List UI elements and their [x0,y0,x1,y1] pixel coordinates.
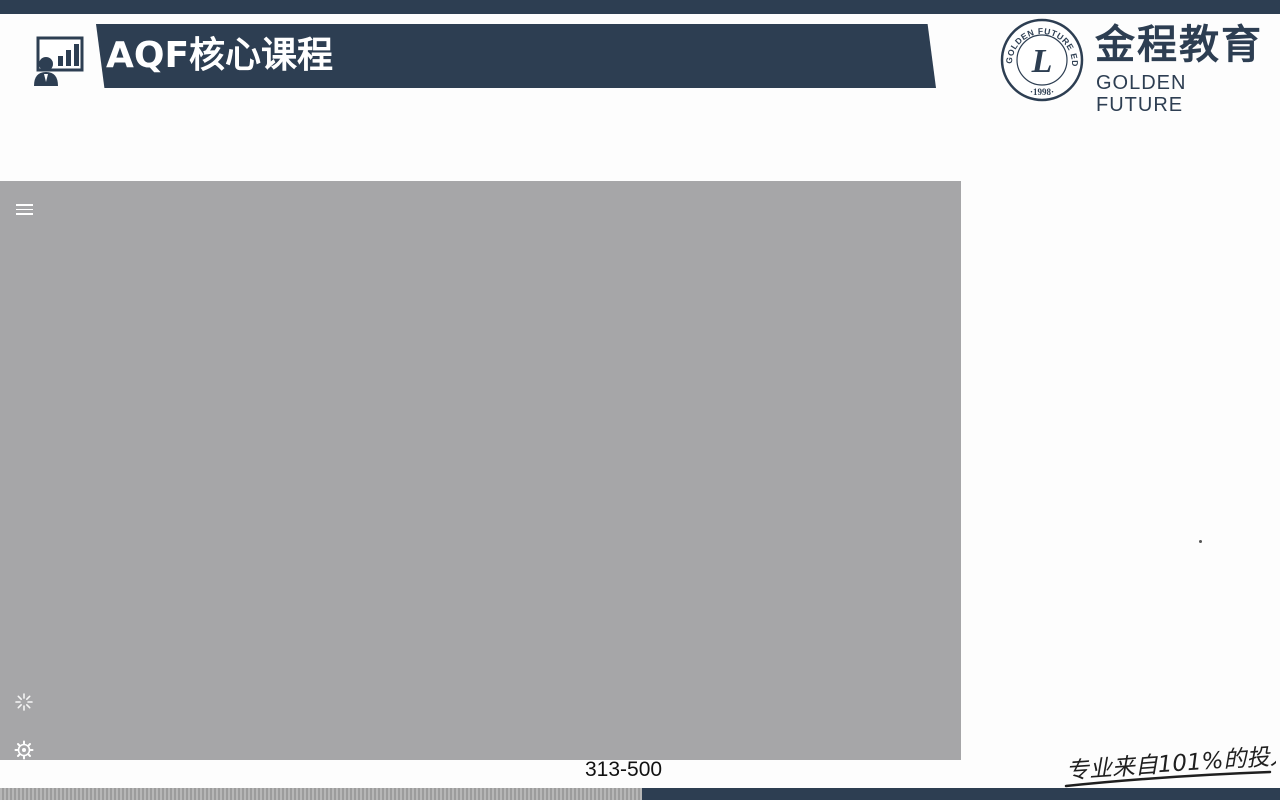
brand-name-en: GOLDEN FUTURE [1096,72,1187,116]
hamburger-menu-icon[interactable] [16,204,33,216]
presenter-chart-icon [34,36,84,86]
seal-letter: L [1031,43,1053,80]
brand-seal-logo: GOLDEN FUTURE EDUCATION ·1998· L [1000,18,1084,102]
title-banner: AQF核心课程 [96,24,936,88]
seal-year: ·1998· [1030,87,1054,97]
page-range-label: 313-500 [585,758,663,781]
loading-spinner-icon[interactable] [14,692,34,712]
page-title: AQF核心课程 [106,35,334,76]
top-accent-bar [0,0,1280,14]
bottom-texture-strip [0,788,642,800]
brand-logo: GOLDEN FUTURE EDUCATION ·1998· L 金程教育 GO… [1000,18,1270,116]
video-player-area[interactable] [0,181,961,760]
brand-name-cn: 金程教育 [1095,22,1263,68]
stray-dot-mark [1199,540,1202,543]
handwritten-slogan: 专业来自101%的投入! [1064,742,1276,788]
bottom-accent-bar [642,788,1280,800]
settings-gear-icon[interactable] [14,740,34,760]
